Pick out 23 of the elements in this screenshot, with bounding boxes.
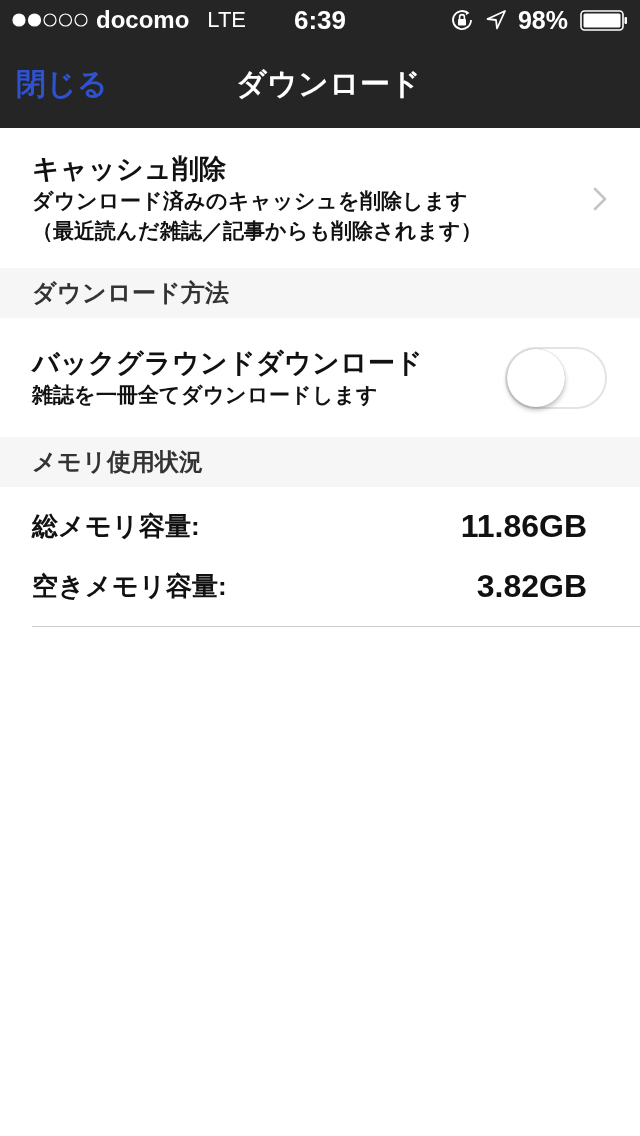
location-arrow-icon	[485, 10, 506, 30]
section-header: ダウンロード方法	[0, 268, 640, 318]
setting-description: ダウンロード済みのキャッシュを削除します	[32, 188, 469, 214]
memory-value: 3.82GB	[476, 567, 587, 605]
network-type: LTE	[207, 9, 247, 31]
rotation-lock-icon	[449, 8, 474, 32]
toggle-switch[interactable]	[505, 347, 607, 409]
nav-title: ダウンロード	[235, 66, 421, 102]
battery-percentage: 98%	[517, 7, 568, 33]
signal-strength-icon	[12, 13, 88, 27]
memory-value: 11.86GB	[460, 507, 587, 545]
setting-description: 雑誌を一冊全てダウンロードします	[32, 382, 379, 408]
battery-icon	[580, 9, 628, 31]
memory-label: 総メモリ容量:	[32, 509, 200, 543]
setting-description: （最近読んだ雑誌／記事からも削除されます）	[32, 218, 482, 244]
setting-title: キャッシュ削除	[32, 153, 227, 186]
memory-label: 空きメモリ容量:	[32, 569, 227, 603]
setting-title: バックグラウンドダウンロード	[32, 347, 423, 380]
status-time: 6:39	[293, 7, 346, 33]
chevron-right-icon	[593, 187, 607, 211]
close-button[interactable]: 閉じる	[16, 66, 108, 102]
section-header: メモリ使用状況	[0, 437, 640, 487]
carrier-name: docomo	[96, 8, 190, 32]
